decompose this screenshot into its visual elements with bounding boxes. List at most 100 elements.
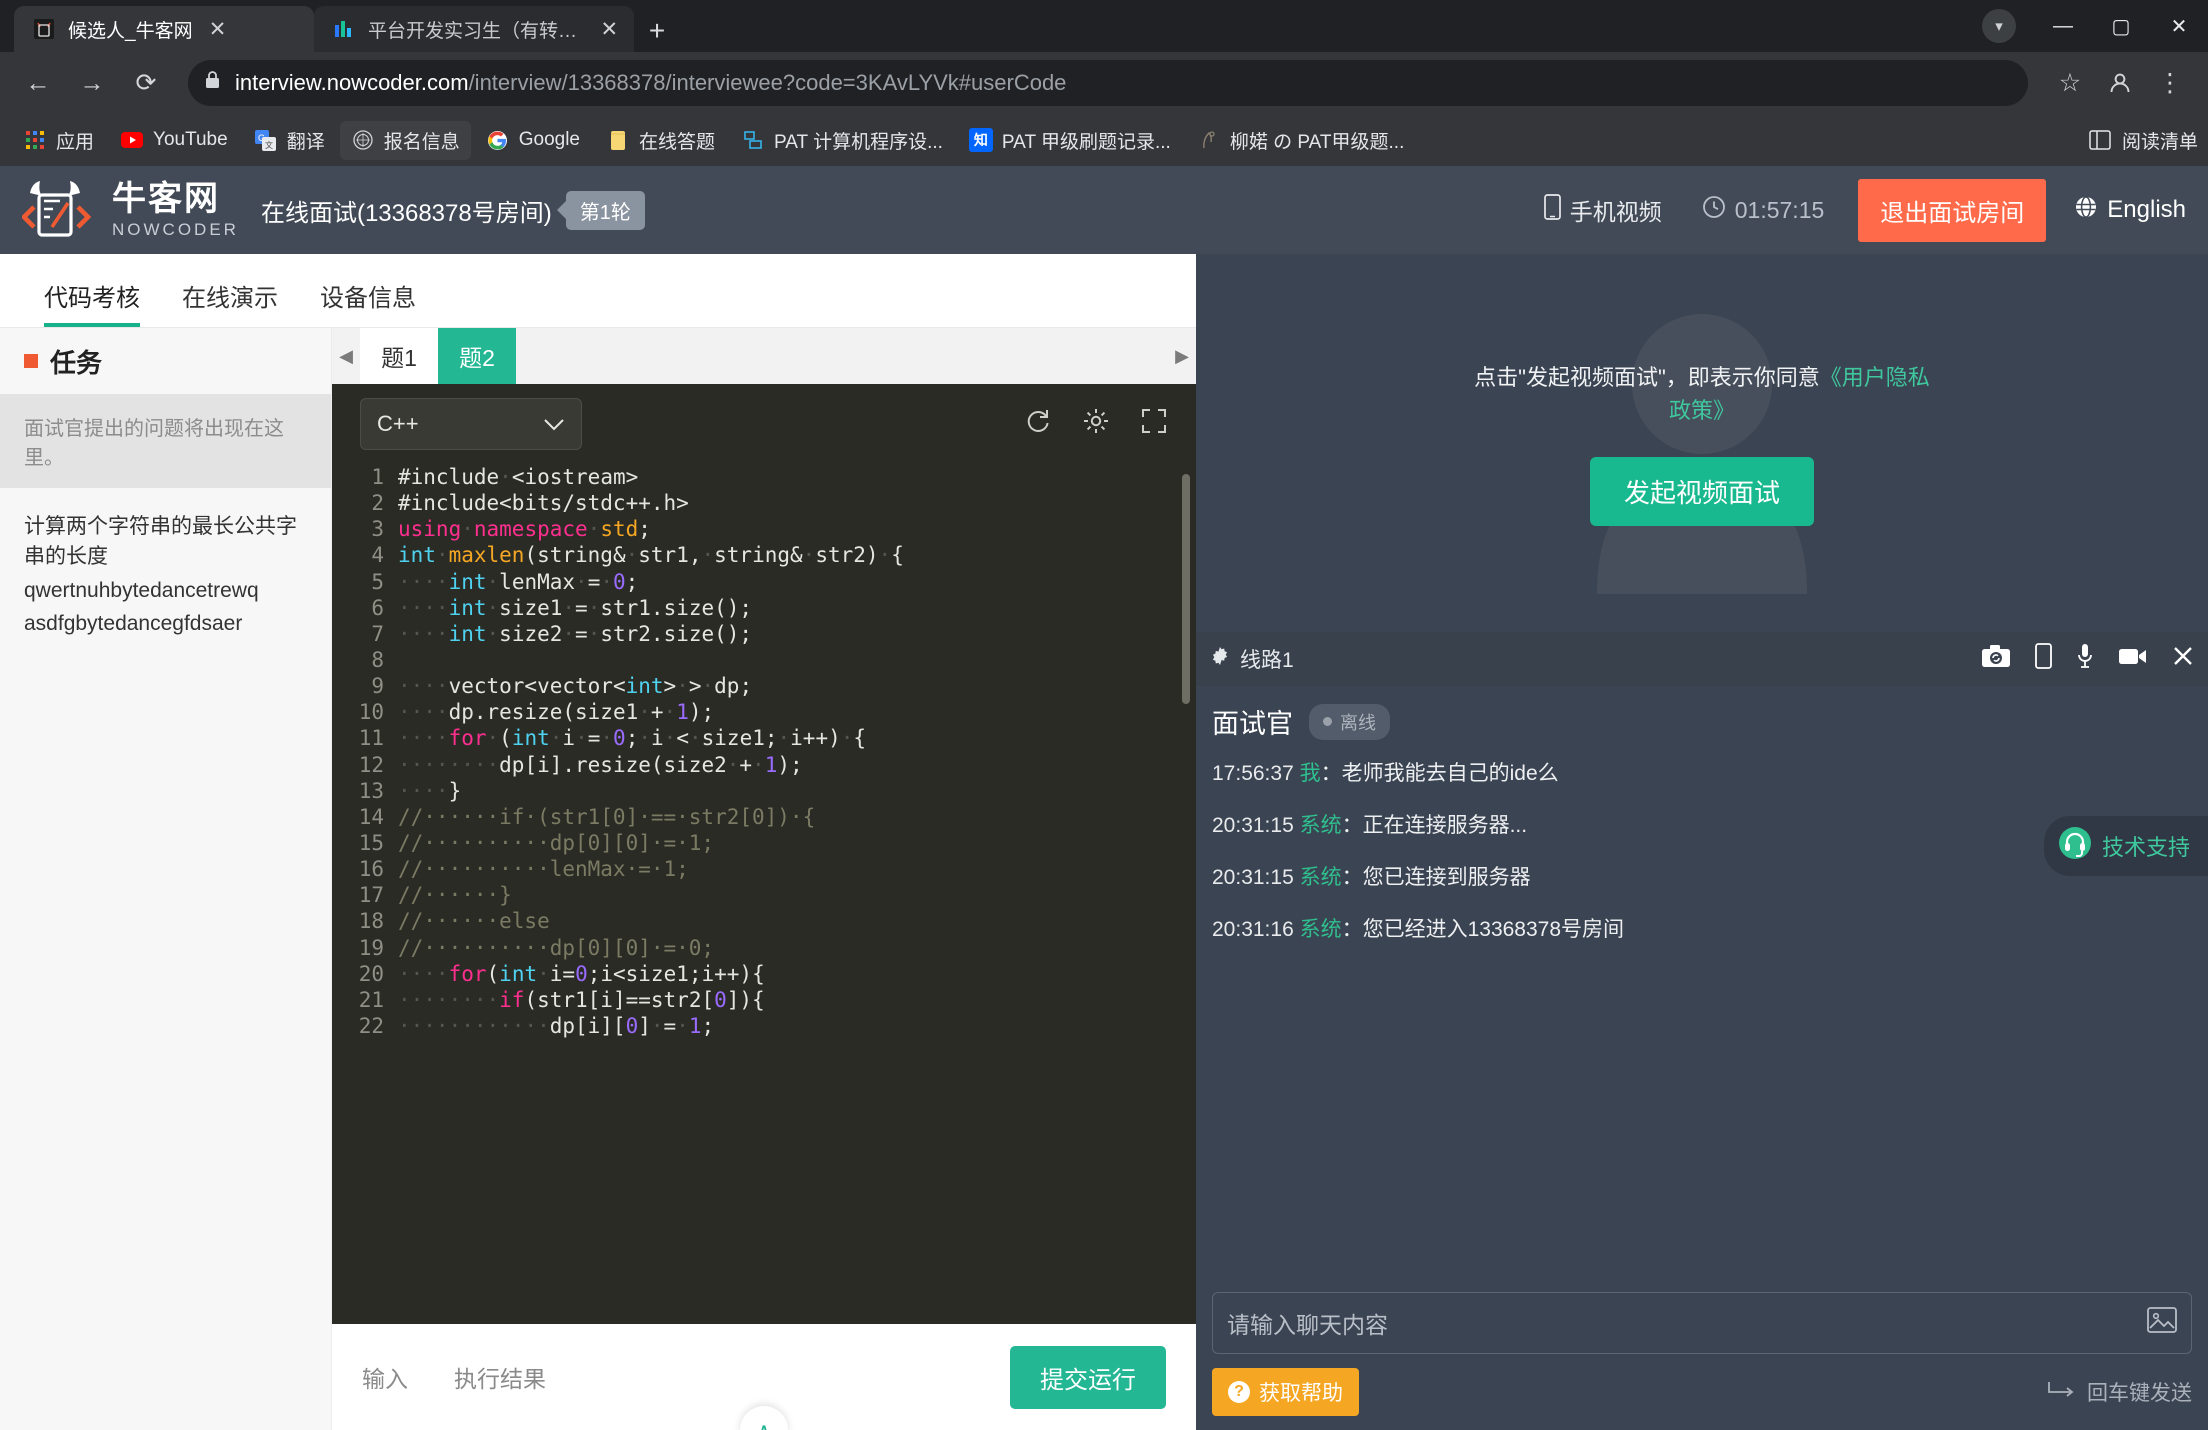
language-select[interactable]: C++ [360, 398, 582, 450]
get-help-button[interactable]: ? 获取帮助 [1212, 1368, 1359, 1416]
profile-icon[interactable] [2096, 59, 2144, 107]
blog-icon [1197, 128, 1221, 152]
video-camera-icon[interactable] [2118, 645, 2148, 673]
address-bar[interactable]: interview.nowcoder.com/interview/1336837… [188, 60, 2028, 106]
code-line: 20 ····for(int·i=0;i<size1;i++){ [340, 961, 1196, 987]
reading-list-button[interactable]: 阅读清单 [2088, 127, 2198, 154]
code-line: 4 int·maxlen(string&·str1,·string&·str2)·… [340, 542, 1196, 568]
question-tab-1[interactable]: 题1 [360, 328, 438, 384]
result-tab[interactable]: 执行结果 [454, 1360, 546, 1394]
phone-video-button[interactable]: 手机视频 [1543, 193, 1662, 227]
forward-icon[interactable]: → [68, 59, 116, 107]
close-icon[interactable] [2172, 645, 2194, 674]
code-line-number: 19 [358, 935, 384, 960]
browser-toolbar: ← → ⟳ interview.nowcoder.com/interview/1… [0, 52, 2208, 114]
mobile-icon[interactable] [2035, 642, 2052, 676]
submit-run-button[interactable]: 提交运行 [1010, 1345, 1166, 1409]
timer-value: 01:57:15 [1734, 196, 1825, 223]
chat-time: 20:31:16 [1212, 918, 1294, 941]
toolbar-actions: ☆ ⋮ [2046, 59, 2194, 107]
video-interview-area: 点击"发起视频面试"，即表示你同意《用户隐私政策》 发起视频面试 [1196, 254, 2208, 632]
language-switch[interactable]: English [2074, 195, 2186, 226]
youtube-icon [120, 128, 144, 152]
browser-tab-title: 平台开发实习生（有转正机会） [368, 20, 587, 42]
new-tab-button[interactable]: + [634, 10, 680, 52]
code-line: 6 ····int·size1·=·str1.size(); [340, 595, 1196, 621]
technical-support-button[interactable]: 技术支持 [2043, 816, 2208, 876]
bookmark-google[interactable]: Google [475, 122, 591, 158]
emblem-icon [351, 128, 375, 152]
browser-window: 候选人_牛客网 ✕ 平台开发实习生（有转正机会） ✕ + ▾ — ▢ ✕ ← →… [0, 0, 2208, 1430]
image-icon[interactable] [2147, 1307, 2177, 1339]
code-line: 2 #include<bits/stdc++.h> [340, 490, 1196, 516]
code-line-number: 3 [371, 517, 384, 542]
window-close-button[interactable]: ✕ [2150, 0, 2208, 52]
editor-bottom-bar: ∧ 输入 执行结果 提交运行 [332, 1324, 1196, 1430]
tab-device-info[interactable]: 设备信息 [320, 278, 416, 327]
minimize-button[interactable]: — [2034, 0, 2092, 52]
exit-interview-button[interactable]: 退出面试房间 [1858, 178, 2047, 242]
section-tabs: 代码考核 在线演示 设备信息 [0, 254, 1196, 328]
support-label: 技术支持 [2101, 835, 2190, 860]
reload-icon[interactable]: ⟳ [122, 59, 170, 107]
room-title: 在线面试(13368378号房间) [260, 199, 552, 227]
bookmark-apps[interactable]: 应用 [12, 121, 105, 160]
close-icon[interactable]: ✕ [599, 16, 620, 42]
code-line-text: ····for(int·i=0;i<size1;i++){ [398, 961, 765, 986]
bookmark-star-icon[interactable]: ☆ [2046, 59, 2094, 107]
scroll-left-icon[interactable]: ◀ [332, 328, 360, 384]
close-icon[interactable]: ✕ [205, 16, 231, 42]
code-line-number: 7 [371, 621, 384, 646]
editor-scrollbar[interactable] [1182, 474, 1190, 704]
expand-icon[interactable] [1140, 407, 1168, 442]
bookmark-pat-program[interactable]: PAT 计算机程序设... [730, 121, 954, 160]
bookmark-registration-info[interactable]: 报名信息 [339, 120, 471, 160]
code-scroll-area[interactable]: 1 #include·<iostream> 2 #include<bits/stdc+… [332, 464, 1196, 1324]
tab-code-assessment[interactable]: 代码考核 [44, 278, 140, 327]
bookmark-pat-record[interactable]: 知 PAT 甲级刷题记录... [958, 121, 1182, 160]
code-line: 9 ····vector<vector<int>·>·dp; [340, 673, 1196, 699]
back-icon[interactable]: ← [14, 59, 62, 107]
tab-strip: 候选人_牛客网 ✕ 平台开发实习生（有转正机会） ✕ + ▾ — ▢ ✕ [0, 0, 2208, 52]
url-domain: interview.nowcoder.com [235, 70, 469, 95]
code-content[interactable]: 1 #include·<iostream> 2 #include<bits/stdc+… [340, 464, 1196, 1039]
microphone-icon[interactable] [2076, 643, 2094, 676]
browser-tab-1[interactable]: 平台开发实习生（有转正机会） ✕ [314, 6, 634, 52]
start-video-interview-button[interactable]: 发起视频面试 [1589, 456, 1814, 526]
chat-sender: 系统 [1299, 918, 1342, 941]
bookmark-youtube[interactable]: YouTube [109, 122, 239, 158]
gear-icon[interactable] [1210, 646, 1230, 672]
question-tab-2[interactable]: 题2 [438, 328, 516, 384]
scroll-right-icon[interactable]: ▶ [1168, 328, 1196, 384]
code-line-number: 6 [371, 595, 384, 620]
collapse-panel-button[interactable]: ∧ [740, 1406, 788, 1430]
round-badge: 第1轮 [565, 190, 645, 230]
window-controls: ▾ — ▢ ✕ [1982, 0, 2208, 52]
camera-switch-icon[interactable] [1981, 644, 2011, 675]
code-line-text: #include<bits/stdc++.h> [398, 491, 689, 516]
reset-icon[interactable] [1024, 407, 1052, 442]
tab-online-demo[interactable]: 在线演示 [182, 278, 278, 327]
enter-hint-label: 回车键发送 [2087, 1382, 2192, 1405]
chat-actions: ? 获取帮助 回车键发送 [1212, 1368, 2192, 1416]
bookmark-liunuo-pat[interactable]: 柳婼 の PAT甲级题... [1186, 121, 1416, 160]
chevron-down-icon[interactable]: ▾ [1982, 9, 2016, 43]
browser-tab-0[interactable]: 候选人_牛客网 ✕ [14, 6, 314, 52]
bookmark-online-quiz[interactable]: 在线答题 [595, 121, 726, 160]
browser-menu-icon[interactable]: ⋮ [2146, 59, 2194, 107]
input-tab[interactable]: 输入 [362, 1360, 408, 1394]
chat-input[interactable]: 请输入聊天内容 [1212, 1292, 2192, 1354]
maximize-button[interactable]: ▢ [2092, 0, 2150, 52]
gear-icon[interactable] [1082, 407, 1110, 442]
code-line-number: 12 [358, 752, 384, 777]
bookmark-label: 柳婼 の PAT甲级题... [1229, 131, 1405, 153]
code-line-number: 16 [358, 857, 384, 882]
privacy-prefix: 点击"发起视频面试"，即表示你同意 [1474, 364, 1820, 390]
code-line-number: 21 [358, 987, 384, 1012]
bookmark-translate[interactable]: G文 翻译 [243, 121, 336, 160]
chat-message: 20:31:16 系统：您已经进入13368378号房间 [1212, 913, 2192, 943]
code-line-number: 18 [358, 909, 384, 934]
nowcoder-logo[interactable]: 牛客网 NOWCODER [20, 179, 239, 241]
interviewer-name: 面试官 [1212, 709, 1293, 739]
task-placeholder-note: 面试官提出的问题将出现在这里。 [0, 394, 331, 488]
